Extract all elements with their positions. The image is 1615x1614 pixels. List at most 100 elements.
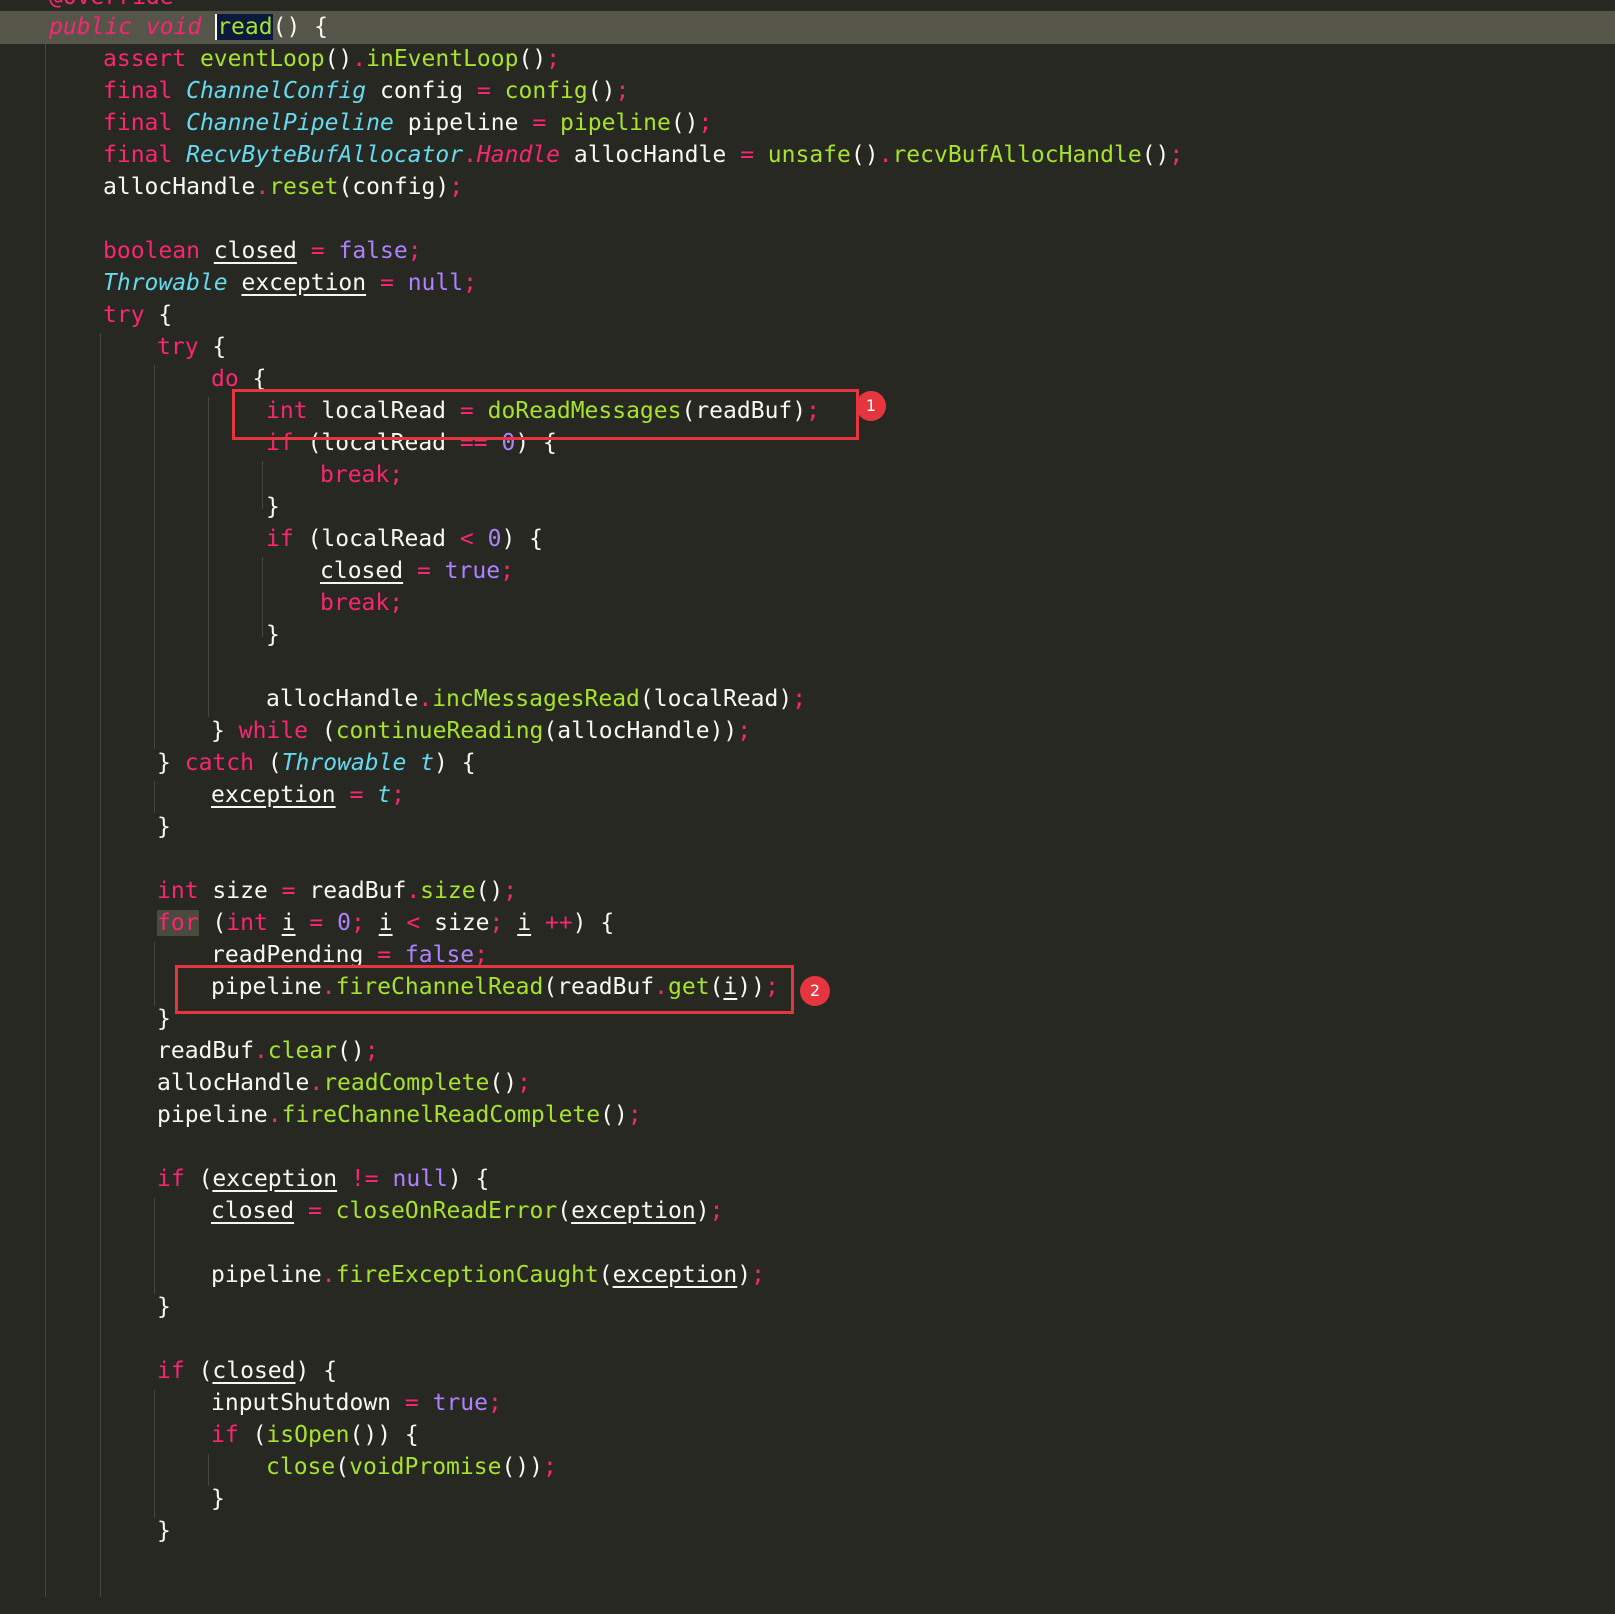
variable: exception	[571, 1198, 696, 1224]
operator: ;	[542, 1454, 557, 1480]
keyword: if	[157, 1166, 185, 1192]
keyword: if	[157, 1358, 185, 1384]
code-line[interactable]: boolean closed = false;	[0, 235, 1615, 268]
code-line[interactable]: allocHandle.reset(config);	[0, 171, 1615, 204]
operator: =	[307, 1198, 322, 1224]
operator: .	[878, 142, 893, 168]
code-line[interactable]: final ChannelConfig config = config();	[0, 75, 1615, 108]
literal: true	[432, 1390, 488, 1416]
code-line[interactable]: final ChannelPipeline pipeline = pipelin…	[0, 107, 1615, 140]
code-token: {	[158, 302, 173, 328]
code-line[interactable]: }	[0, 619, 1615, 652]
code-token: (localRead	[307, 526, 447, 552]
code-line[interactable]: }	[0, 1515, 1615, 1548]
code-line[interactable]: for (int i = 0; i < size; i ++) {	[0, 907, 1615, 940]
keyword: if	[266, 526, 294, 552]
variable: closed	[211, 1198, 295, 1224]
variable: closed	[320, 558, 404, 584]
literal: 0	[487, 526, 502, 552]
code-line[interactable]: int size = readBuf.size();	[0, 875, 1615, 908]
keyword: assert	[103, 46, 187, 72]
method-call: incMessagesRead	[432, 686, 640, 712]
variable: exception	[612, 1262, 738, 1288]
operator: .	[463, 142, 477, 168]
code-line[interactable]: if (localRead < 0) {	[0, 523, 1615, 556]
code-token: ()	[587, 78, 616, 104]
code-token: ()	[600, 1102, 628, 1128]
code-line[interactable]: if (closed) {	[0, 1355, 1615, 1388]
code-line[interactable]: try {	[0, 299, 1615, 332]
code-token: (allocHandle))	[543, 718, 738, 744]
variable: pipeline	[211, 1262, 322, 1288]
code-token: {	[212, 334, 227, 360]
code-token: ()	[518, 46, 547, 72]
code-line[interactable]: } catch (Throwable t) {	[0, 747, 1615, 780]
code-line[interactable]: allocHandle.readComplete();	[0, 1067, 1615, 1100]
operator: ;	[391, 782, 405, 808]
code-token: )	[737, 1262, 752, 1288]
operator: =	[476, 78, 491, 104]
code-line[interactable]: }	[0, 1291, 1615, 1324]
code-line[interactable]: }	[0, 491, 1615, 524]
code-token: }	[157, 750, 171, 776]
literal: false	[338, 238, 408, 264]
code-line[interactable]: }	[0, 811, 1615, 844]
operator: ;	[546, 46, 561, 72]
variable: i	[517, 910, 532, 936]
operator: ;	[500, 558, 514, 584]
code-token: ()	[1141, 142, 1170, 168]
variable: exception	[212, 1166, 338, 1192]
code-token: (	[252, 1422, 267, 1448]
code-line[interactable]: closed = true;	[0, 555, 1615, 588]
keyword: catch	[184, 750, 254, 776]
code-token: ())	[501, 1454, 543, 1480]
type-name: Throwable	[281, 750, 407, 776]
code-line[interactable]: break;	[0, 459, 1615, 492]
keyword: final	[103, 78, 173, 104]
code-line[interactable]: Throwable exception = null;	[0, 267, 1615, 300]
code-token: ) {	[572, 910, 615, 936]
code-line[interactable]: pipeline.fireChannelReadComplete();	[0, 1099, 1615, 1132]
code-token: }	[157, 1006, 171, 1032]
code-line[interactable]: closed = closeOnReadError(exception);	[0, 1195, 1615, 1228]
variable: config	[379, 78, 464, 104]
variable: closed	[213, 238, 297, 264]
code-line[interactable]: }	[0, 1483, 1615, 1516]
method-call: config	[504, 78, 588, 104]
method-name[interactable]: read	[215, 14, 273, 40]
code-token: ()	[324, 46, 353, 72]
variable: readBuf	[309, 878, 407, 904]
literal: 0	[337, 910, 351, 936]
variable: exception	[241, 270, 367, 296]
method-call: unsafe	[767, 142, 851, 168]
code-line[interactable]: break;	[0, 587, 1615, 620]
code-line[interactable]: if (exception != null) {	[0, 1163, 1615, 1196]
method-call: readComplete	[323, 1070, 490, 1096]
variable: readBuf	[157, 1038, 254, 1064]
method-call: close	[266, 1454, 336, 1480]
operator: ;	[503, 878, 518, 904]
type-name: Handle	[476, 142, 561, 168]
code-line[interactable]: allocHandle.incMessagesRead(localRead);	[0, 683, 1615, 716]
operator: ;	[463, 270, 477, 296]
code-line[interactable]: exception = t;	[0, 779, 1615, 812]
code-line[interactable]: pipeline.fireExceptionCaught(exception);	[0, 1259, 1615, 1292]
code-line[interactable]: } while (continueReading(allocHandle));	[0, 715, 1615, 748]
code-line[interactable]: if (isOpen()) {	[0, 1419, 1615, 1452]
literal: null	[407, 270, 464, 296]
code-token: ) {	[447, 1166, 490, 1192]
keyword: int	[157, 878, 199, 904]
code-line[interactable]: assert eventLoop().inEventLoop();	[0, 43, 1615, 76]
code-line[interactable]: final RecvByteBufAllocator.Handle allocH…	[0, 139, 1615, 172]
operator: ;	[737, 718, 752, 744]
code-line[interactable]: try {	[0, 331, 1615, 364]
keyword: final	[103, 110, 173, 136]
code-line[interactable]: readBuf.clear();	[0, 1035, 1615, 1068]
highlight-box-1	[232, 389, 859, 440]
code-line-current[interactable]: public void read() {	[0, 11, 1615, 44]
variable: inputShutdown	[211, 1390, 392, 1416]
code-line[interactable]: inputShutdown = true;	[0, 1387, 1615, 1420]
code-line[interactable]: close(voidPromise());	[0, 1451, 1615, 1484]
highlight-box-2	[175, 965, 794, 1014]
code-editor[interactable]: @Override public void read() { assert ev…	[0, 0, 1615, 1597]
